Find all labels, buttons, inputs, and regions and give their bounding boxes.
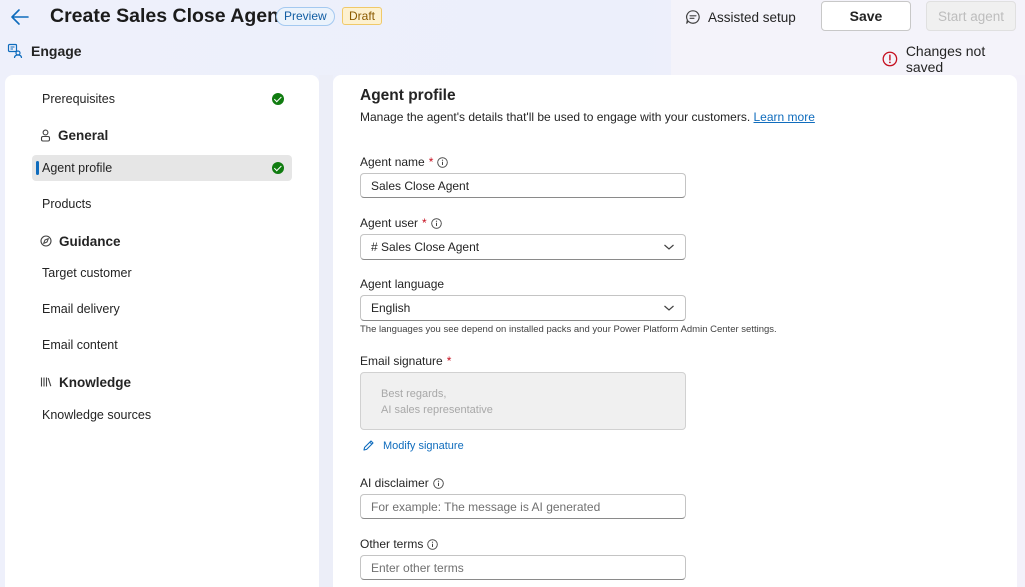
engage-icon bbox=[7, 43, 23, 59]
engage-section-header: Engage bbox=[7, 43, 82, 59]
agent-name-label: Agent name * bbox=[360, 155, 449, 169]
ai-disclaimer-input[interactable] bbox=[360, 494, 686, 519]
start-agent-button[interactable]: Start agent bbox=[926, 1, 1016, 31]
nav-divider[interactable] bbox=[319, 75, 333, 587]
nav-group-label: Knowledge bbox=[59, 374, 132, 390]
library-icon bbox=[40, 377, 52, 387]
field-label-text: AI disclaimer bbox=[360, 476, 429, 490]
nav-item-prerequisites[interactable]: Prerequisites bbox=[32, 86, 292, 112]
nav-item-agent-profile[interactable]: Agent profile bbox=[32, 155, 292, 181]
nav-group-guidance: Guidance bbox=[40, 231, 121, 251]
nav-item-knowledge-sources[interactable]: Knowledge sources bbox=[32, 402, 292, 428]
signature-line: Best regards, bbox=[381, 388, 447, 400]
ai-disclaimer-label: AI disclaimer bbox=[360, 476, 444, 490]
nav-item-email-delivery[interactable]: Email delivery bbox=[32, 296, 292, 322]
nav-group-knowledge: Knowledge bbox=[40, 372, 131, 392]
other-terms-input[interactable] bbox=[360, 555, 686, 580]
field-label-text: Other terms bbox=[360, 537, 424, 551]
nav-item-target-customer[interactable]: Target customer bbox=[32, 260, 292, 286]
agent-language-label: Agent language bbox=[360, 277, 444, 291]
section-description-text: Manage the agent's details that'll be us… bbox=[360, 110, 751, 124]
nav-item-label: Email content bbox=[42, 338, 118, 352]
nav-group-label: General bbox=[58, 127, 109, 143]
setup-nav-panel bbox=[5, 75, 319, 587]
agent-name-input[interactable] bbox=[360, 173, 686, 198]
error-circle-icon bbox=[882, 51, 898, 67]
nav-item-label: Target customer bbox=[42, 266, 132, 280]
compass-icon bbox=[40, 235, 52, 247]
nav-group-label: Guidance bbox=[59, 233, 121, 249]
assisted-setup-label: Assisted setup bbox=[708, 9, 796, 25]
engage-label: Engage bbox=[31, 43, 82, 59]
other-terms-label: Other terms bbox=[360, 537, 439, 551]
modify-signature-label: Modify signature bbox=[383, 439, 464, 452]
field-label-text: Email signature bbox=[360, 354, 443, 368]
nav-item-label: Agent profile bbox=[42, 161, 113, 175]
agent-user-dropdown[interactable]: # Sales Close Agent bbox=[360, 234, 686, 260]
info-icon[interactable] bbox=[430, 217, 442, 229]
required-asterisk: * bbox=[422, 216, 427, 230]
save-button[interactable]: Save bbox=[821, 1, 911, 31]
check-circle-icon bbox=[272, 93, 284, 105]
signature-line: AI sales representative bbox=[381, 404, 493, 416]
edit-icon bbox=[363, 440, 374, 451]
chevron-down-icon bbox=[664, 305, 674, 311]
draft-badge: Draft bbox=[342, 7, 383, 25]
info-icon[interactable] bbox=[427, 538, 439, 550]
nav-item-label: Knowledge sources bbox=[42, 408, 152, 422]
unsaved-status-label: Changes not saved bbox=[905, 43, 986, 75]
check-circle-icon bbox=[272, 162, 284, 174]
back-button[interactable] bbox=[8, 6, 32, 28]
agent-language-dropdown[interactable]: English bbox=[360, 295, 686, 321]
language-helper-text: The languages you see depend on installe… bbox=[360, 324, 777, 335]
email-signature-box: Best regards, AI sales representative bbox=[360, 372, 686, 430]
unsaved-status: Changes not saved bbox=[882, 43, 1025, 75]
dropdown-value: # Sales Close Agent bbox=[371, 240, 480, 254]
info-icon[interactable] bbox=[437, 156, 449, 168]
dropdown-value: English bbox=[371, 301, 411, 315]
nav-item-products[interactable]: Products bbox=[32, 191, 292, 217]
info-icon[interactable] bbox=[432, 477, 444, 489]
section-description: Manage the agent's details that'll be us… bbox=[360, 110, 815, 124]
field-label-text: Agent language bbox=[360, 277, 445, 291]
agent-user-label: Agent user * bbox=[360, 216, 442, 230]
section-title: Agent profile bbox=[360, 87, 456, 104]
nav-item-email-content[interactable]: Email content bbox=[32, 332, 292, 358]
modify-signature-link[interactable]: Modify signature bbox=[362, 439, 464, 452]
email-signature-label: Email signature * bbox=[360, 354, 451, 368]
learn-more-link[interactable]: Learn more bbox=[754, 110, 815, 124]
chat-icon bbox=[686, 10, 700, 24]
required-asterisk: * bbox=[446, 354, 452, 368]
field-label-text: Agent name bbox=[360, 155, 425, 169]
nav-item-label: Email delivery bbox=[42, 302, 120, 316]
assisted-setup-button[interactable]: Assisted setup bbox=[685, 7, 796, 27]
person-icon bbox=[40, 129, 51, 142]
arrow-left-icon bbox=[11, 9, 29, 25]
preview-badge: Preview bbox=[276, 7, 335, 26]
nav-item-label: Products bbox=[42, 197, 92, 211]
nav-item-label: Prerequisites bbox=[42, 92, 115, 106]
field-label-text: Agent user bbox=[360, 216, 419, 230]
required-asterisk: * bbox=[428, 155, 434, 169]
nav-group-general: General bbox=[40, 125, 108, 145]
page-title: Create Sales Close Agent bbox=[50, 5, 286, 27]
chevron-down-icon bbox=[664, 244, 674, 250]
